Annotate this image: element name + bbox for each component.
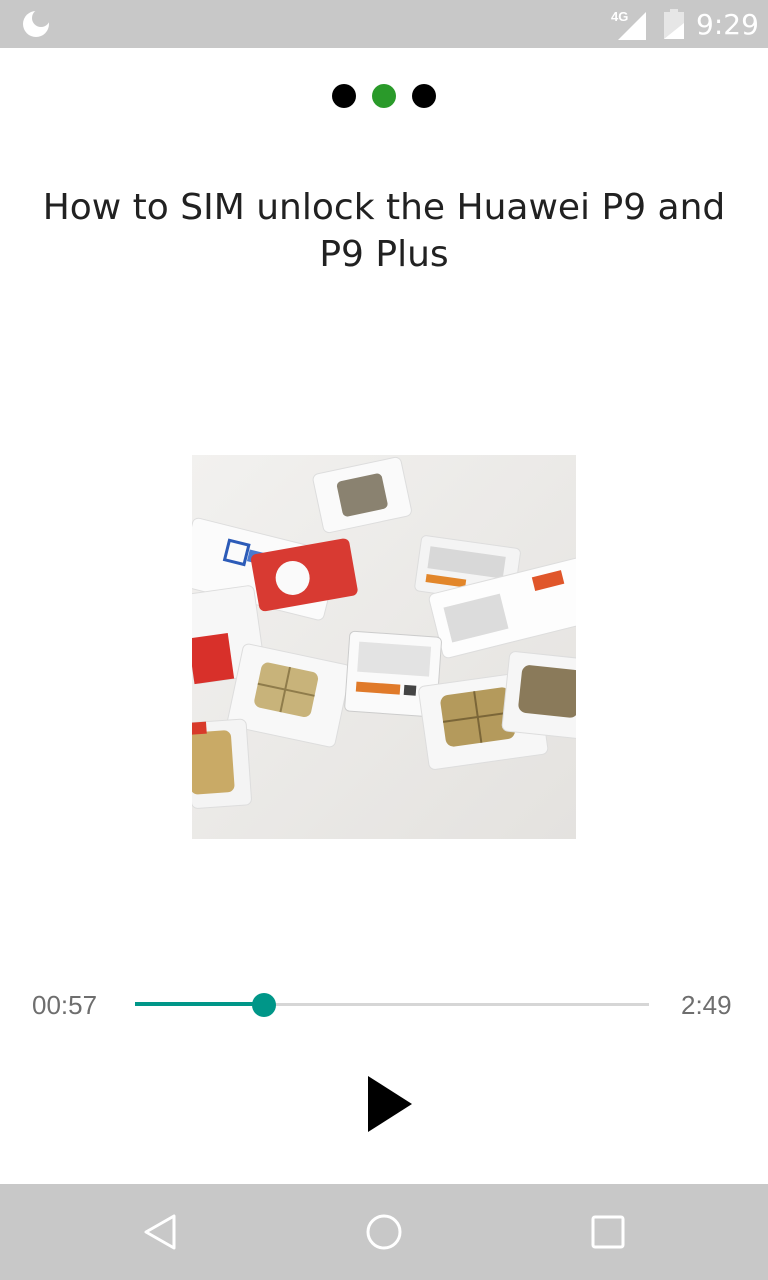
seek-bar[interactable] — [135, 990, 649, 1020]
page-dot-active[interactable] — [372, 84, 396, 108]
battery-icon — [664, 9, 684, 39]
status-clock: 9:29 — [696, 8, 759, 41]
status-bar: 4G 9:29 — [0, 0, 768, 48]
home-icon[interactable] — [364, 1212, 404, 1252]
page-dot[interactable] — [332, 84, 356, 108]
page-indicator — [0, 84, 768, 110]
episode-artwork — [192, 455, 576, 839]
navigation-bar — [0, 1184, 768, 1280]
back-icon[interactable] — [140, 1212, 180, 1252]
page-dot[interactable] — [412, 84, 436, 108]
moon-icon — [23, 10, 50, 37]
seek-progress — [135, 1002, 264, 1006]
seek-thumb[interactable] — [251, 993, 276, 1017]
episode-title: How to SIM unlock the Huawei P9 and P9 P… — [42, 187, 726, 275]
sim-cards-image — [192, 455, 576, 839]
signal-icon — [618, 12, 646, 40]
play-icon[interactable] — [364, 1074, 414, 1134]
total-duration: 2:49 — [681, 990, 732, 1020]
elapsed-time: 00:57 — [32, 990, 98, 1020]
recents-icon[interactable] — [588, 1212, 628, 1252]
